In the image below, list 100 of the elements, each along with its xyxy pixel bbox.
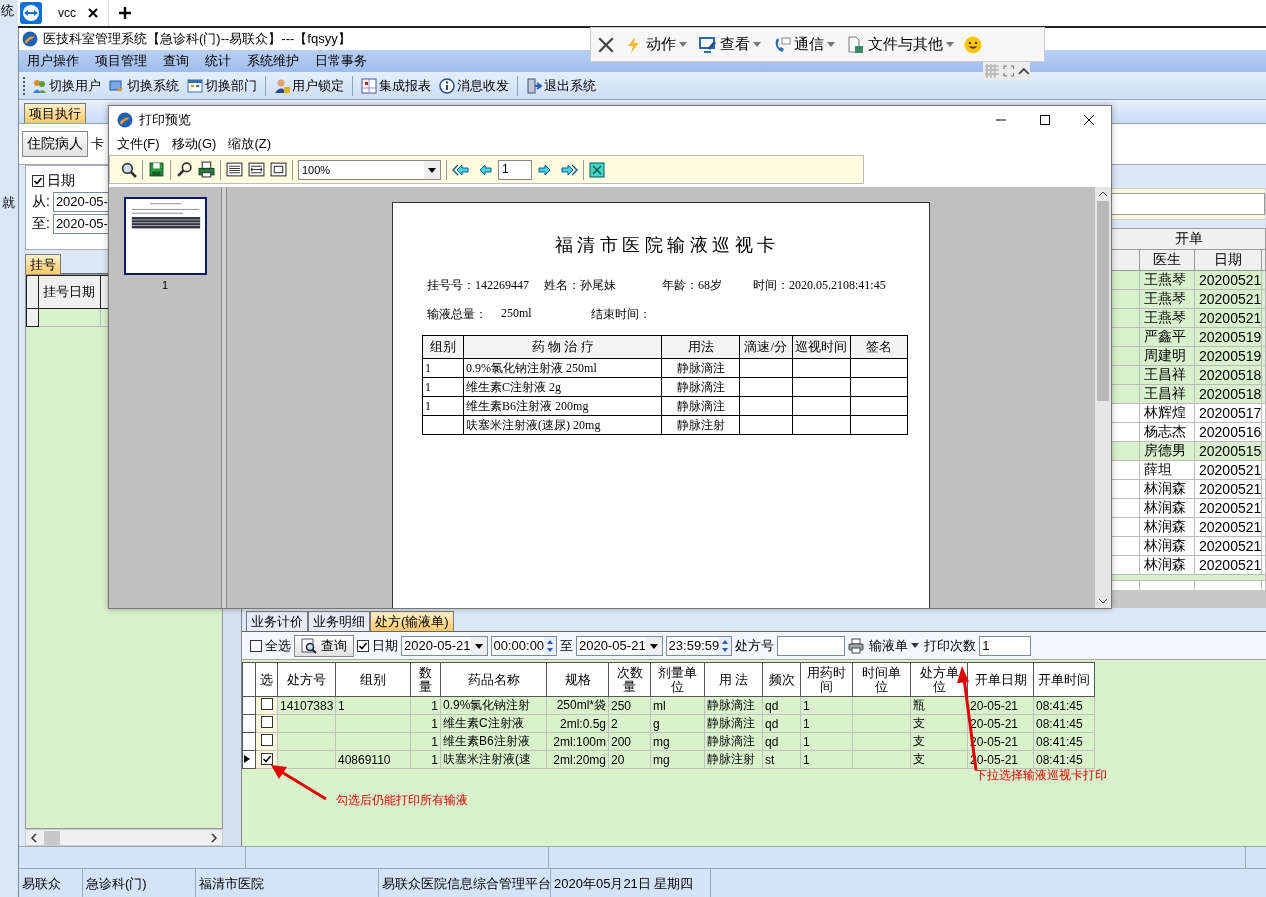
whole-page-icon[interactable] (270, 161, 287, 178)
annotation-text: 勾选后仍能打印所有输液 (336, 792, 468, 809)
document-icon (847, 35, 865, 54)
checkbox-label: 日期 (47, 172, 75, 190)
smiley-icon[interactable] (964, 35, 982, 54)
printer-icon[interactable] (198, 161, 215, 178)
inpatient-button[interactable]: 住院病人 (22, 131, 88, 157)
tab-label: vcc (58, 6, 76, 20)
query-button[interactable]: 查询 (294, 634, 354, 657)
spinner-arrows-icon[interactable] (719, 636, 732, 655)
find-icon[interactable] (176, 161, 193, 178)
checkbox[interactable] (250, 639, 262, 652)
remote-app-icon[interactable] (20, 2, 42, 24)
grid-report-icon (361, 77, 377, 94)
print-type-dropdown[interactable]: 输液单 (867, 636, 922, 655)
column-header: 选 (255, 662, 278, 697)
checkbox[interactable] (32, 175, 44, 187)
column-header: 数量 (410, 662, 441, 697)
window-arrow-icon (109, 77, 125, 94)
menu-item[interactable]: 项目管理 (87, 52, 155, 70)
scroll-up-icon[interactable] (1098, 191, 1108, 197)
toolbar-menu-button[interactable]: 动作 (623, 35, 689, 54)
checkbox[interactable] (260, 698, 273, 710)
annotation-text: 下拉选择输液巡视卡打印 (975, 767, 1107, 784)
toolbar-button[interactable]: 用户锁定 (271, 74, 347, 97)
checkbox[interactable] (357, 639, 369, 652)
menu-item[interactable]: 日常事务 (307, 52, 375, 70)
spinner-arrows-icon[interactable] (544, 636, 557, 655)
zoom-dropdown[interactable]: 100% (298, 159, 441, 180)
caret-icon (679, 41, 687, 48)
magnifier-icon[interactable] (120, 161, 137, 178)
menu-item[interactable]: 系统维护 (239, 52, 307, 70)
toolbar-button[interactable]: 集成报表 (358, 74, 434, 97)
menu-item[interactable]: 文件(F) (111, 135, 166, 153)
window-edge-text: 就 (2, 195, 15, 210)
last-page-icon[interactable] (560, 161, 578, 178)
menu-item[interactable]: 缩放(Z) (222, 135, 277, 153)
first-page-icon[interactable] (452, 161, 470, 178)
add-tab-icon[interactable] (119, 7, 131, 19)
status-field: 2020年05月21日 星期四 (551, 869, 711, 897)
scroll-right-icon[interactable] (210, 832, 218, 843)
toolbar-menu-button[interactable]: 通信 (771, 35, 837, 54)
field-label: 至: (32, 215, 50, 233)
date-dropdown[interactable]: 2020-05-21 (401, 635, 488, 656)
scroll-thumb[interactable] (44, 830, 60, 845)
checkbox[interactable] (260, 734, 273, 746)
users-icon (31, 77, 47, 94)
app-logo-icon (22, 31, 38, 47)
info-text: 姓名：孙尾妹 (544, 277, 617, 294)
prescription-number-field[interactable] (777, 635, 846, 656)
toolbar-menu-button[interactable]: 文件与其他 (845, 35, 956, 54)
page-width-icon[interactable] (248, 161, 265, 178)
page-lines-icon[interactable] (226, 161, 243, 178)
toolbar-button[interactable]: 切换用户 (28, 74, 104, 97)
toolbar-menu-button[interactable]: 查看 (697, 35, 763, 54)
panel-tab[interactable]: 业务明细 (308, 611, 370, 631)
panel-tab[interactable]: 业务计价 (246, 611, 308, 631)
column-header: 签名 (850, 335, 908, 359)
toolbar-button[interactable]: 消息收发 (436, 74, 512, 97)
column-header: 开单时间 (1033, 662, 1095, 697)
print-count-field[interactable]: 1 (979, 635, 1032, 656)
scroll-thumb[interactable] (1097, 201, 1109, 401)
toolbar-button[interactable]: 切换部门 (184, 74, 260, 97)
input-field[interactable] (1111, 193, 1265, 215)
scroll-down-icon[interactable] (1098, 598, 1108, 604)
info-text: 250ml (501, 306, 533, 322)
vertical-scrollbar[interactable] (1095, 187, 1111, 608)
checkbox[interactable] (260, 752, 273, 765)
panel-tab[interactable]: 项目执行 (24, 103, 86, 123)
info-text: 结束时间： (591, 306, 652, 323)
scroll-left-icon[interactable] (30, 832, 38, 843)
toolbar-button[interactable]: 切换系统 (106, 74, 182, 97)
grid-icon (985, 64, 999, 78)
toolbar-button[interactable]: 退出系统 (523, 74, 599, 97)
date-dropdown[interactable]: 2020-05-21 (576, 635, 663, 656)
close-icon[interactable] (88, 8, 98, 18)
maximize-icon[interactable] (1040, 114, 1050, 125)
panel-tab[interactable]: 挂号 (25, 254, 61, 274)
page-thumbnail[interactable] (123, 197, 207, 275)
page-number-field[interactable]: 1 (498, 159, 532, 180)
close-icon[interactable] (1084, 114, 1094, 125)
close-icon[interactable] (589, 161, 605, 178)
save-icon[interactable] (148, 161, 165, 178)
panel-tab[interactable]: 处方(输液单) (370, 611, 454, 631)
column-header: 频次 (762, 662, 801, 697)
close-icon[interactable] (597, 35, 615, 54)
horizontal-scrollbar[interactable] (25, 829, 223, 846)
menu-item[interactable]: 移动(G) (165, 135, 223, 153)
printer-icon[interactable] (848, 637, 865, 654)
search-icon (301, 637, 317, 654)
time-spinner[interactable]: 00:00:00 (490, 635, 558, 656)
menu-item[interactable]: 统计 (197, 52, 239, 70)
field-label: 至 (560, 636, 574, 655)
menu-item[interactable]: 查询 (155, 52, 197, 70)
toolbar-handle[interactable] (983, 62, 1030, 80)
info-text: 年龄：68岁 (662, 277, 723, 294)
menu-item[interactable]: 用户操作 (19, 52, 87, 70)
card-title: 福 清 市 医 院 输 液 巡 视 卡 (553, 234, 777, 257)
checkbox[interactable] (260, 716, 273, 728)
time-spinner[interactable]: 23:59:59 (665, 635, 733, 656)
